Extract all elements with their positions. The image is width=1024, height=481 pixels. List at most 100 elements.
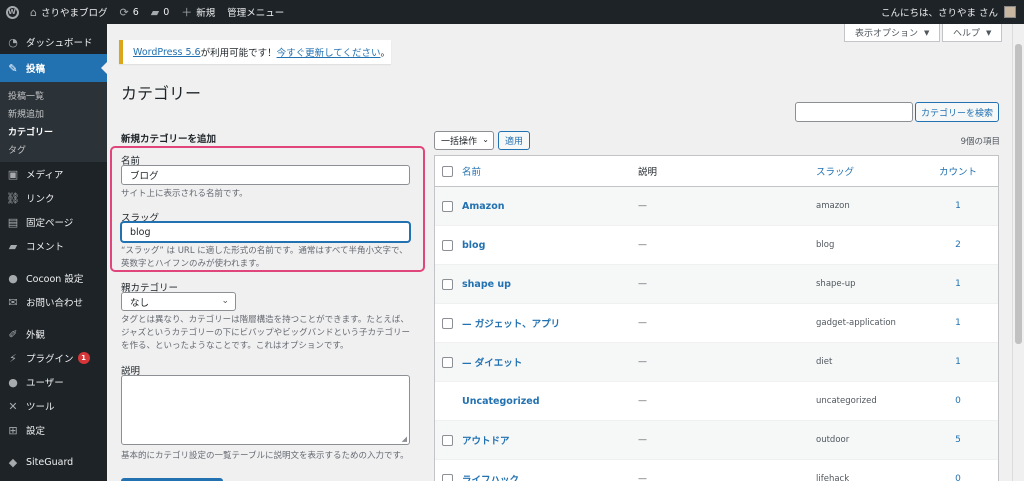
column-count-header[interactable]: カウント (923, 156, 993, 186)
sidebar-item-label: プラグイン (26, 354, 74, 365)
category-count-link[interactable]: 0 (923, 460, 993, 481)
update-count-badge: 1 (77, 352, 90, 364)
category-description: — (638, 201, 647, 211)
category-name-link[interactable]: Uncategorized (462, 396, 540, 407)
category-name-link[interactable]: Amazon (462, 201, 504, 212)
table-row: Amazon — amazon 1 (435, 187, 998, 226)
comments-link[interactable]: ▰ 0 (145, 0, 176, 24)
sidebar-item-4[interactable]: ▤ 固定ページ (0, 210, 107, 234)
updates-link[interactable]: ⟳ 6 (114, 0, 145, 24)
category-count-link[interactable]: 1 (923, 187, 993, 225)
sidebar-item-10[interactable]: ● ユーザー (0, 370, 107, 394)
category-count-link[interactable]: 1 (923, 304, 993, 342)
row-checkbox[interactable] (442, 239, 453, 251)
category-count-link[interactable]: 1 (923, 265, 993, 303)
category-name-link[interactable]: blog (462, 240, 485, 251)
brush-icon: ✐ (8, 327, 18, 341)
category-description: — (638, 357, 647, 367)
sidebar-item-6[interactable]: ● Cocoon 設定 (0, 266, 107, 290)
category-count-link[interactable]: 1 (923, 343, 993, 381)
row-checkbox[interactable] (442, 317, 453, 329)
category-count-link[interactable]: 5 (923, 421, 993, 459)
page-scrollbar[interactable] (1012, 24, 1024, 481)
cocoon-icon: ● (8, 271, 18, 285)
page-title: カテゴリー (121, 84, 202, 103)
sidebar-item-8[interactable]: ✐ 外観 (0, 322, 107, 346)
row-checkbox[interactable] (442, 278, 453, 290)
search-categories-button[interactable]: カテゴリーを検索 (915, 102, 999, 122)
link-icon: ⛓ (6, 191, 20, 205)
add-category-heading: 新規カテゴリーを追加 (121, 134, 217, 145)
category-description: — (638, 396, 647, 406)
table-row: アウトドア — outdoor 5 (435, 421, 998, 460)
comment-icon: ▰ (8, 239, 18, 253)
category-name-link[interactable]: ライフハック (462, 472, 519, 481)
table-header: 名前 説明 スラッグ カウント (435, 156, 998, 187)
sidebar-item-3[interactable]: ⛓ リンク (0, 186, 107, 210)
account-menu[interactable]: こんにちは、さりやま さん (881, 0, 1016, 24)
apply-button[interactable]: 適用 (498, 131, 530, 150)
sidebar-item-9[interactable]: ⚡ プラグイン 1 (0, 346, 107, 370)
sidebar-item-14[interactable]: ✲ConoHa WING (0, 474, 107, 481)
slug-description: “スラッグ” は URL に適した形式の名前です。通常はすべて半角小文字で、英数… (121, 246, 408, 269)
sidebar-item-5[interactable]: ▰ コメント (0, 234, 107, 258)
pin-icon: ✎ (8, 61, 18, 75)
column-name-header[interactable]: 名前 (462, 156, 481, 186)
row-checkbox[interactable] (442, 356, 453, 368)
parent-category-select[interactable]: なし ⌄ (121, 292, 236, 311)
resize-handle-icon[interactable]: ◢ (402, 435, 407, 443)
category-name-link[interactable]: — ガジェット、アプリ (462, 316, 560, 330)
wordpress-version-link[interactable]: WordPress 5.6 (133, 47, 201, 58)
submenu-item-2[interactable]: カテゴリー (0, 122, 107, 140)
scrollbar-thumb[interactable] (1015, 44, 1022, 344)
wordpress-logo-icon[interactable]: W (0, 0, 24, 24)
submenu-item-3[interactable]: タグ (0, 140, 107, 158)
description-help: 基本的にカテゴリ設定の一覧テーブルに説明文を表示するための入力です。 (121, 451, 409, 461)
category-slug: diet (816, 357, 833, 367)
category-name-link[interactable]: アウトドア (462, 433, 510, 447)
update-now-link[interactable]: 今すぐ更新してください (277, 45, 381, 59)
submenu-item-0[interactable]: 投稿一覧 (0, 86, 107, 104)
mail-icon: ✉ (8, 295, 18, 309)
sidebar-item-1[interactable]: ✎ 投稿 (0, 54, 107, 82)
sidebar-item-12[interactable]: ⊞ 設定 (0, 418, 107, 442)
sidebar-item-11[interactable]: ✕ ツール (0, 394, 107, 418)
sidebar-item-7[interactable]: ✉ お問い合わせ (0, 290, 107, 314)
site-name-link[interactable]: ⌂ さりやまブログ (24, 0, 114, 24)
name-input[interactable]: ブログ (121, 165, 410, 185)
screen-options-button[interactable]: 表示オプション ▼ (844, 24, 941, 42)
plus-icon: ＋ (181, 6, 193, 19)
settings-icon: ⊞ (8, 423, 18, 437)
description-textarea[interactable]: ◢ (121, 375, 410, 445)
slug-input[interactable]: blog (121, 222, 410, 242)
category-slug: uncategorized (816, 396, 877, 406)
category-slug: lifehack (816, 474, 850, 481)
update-notice: WordPress 5.6 が利用可能です！ 今すぐ更新してください 。 (119, 40, 391, 64)
sidebar-item-label: Cocoon 設定 (26, 274, 84, 285)
plugin-icon: ⚡ (9, 351, 17, 365)
category-count-link[interactable]: 0 (923, 382, 993, 420)
siteguard-icon: ◆ (8, 455, 18, 469)
category-description: — (638, 240, 647, 250)
category-count-link[interactable]: 2 (923, 226, 993, 264)
category-search-input[interactable] (795, 102, 913, 122)
chevron-down-icon: ⌄ (482, 135, 489, 144)
help-button[interactable]: ヘルプ ▼ (942, 24, 1003, 42)
sidebar-item-label: コメント (26, 242, 65, 253)
sidebar-item-2[interactable]: ▣ メディア (0, 162, 107, 186)
submenu-item-1[interactable]: 新規追加 (0, 104, 107, 122)
sidebar-item-13[interactable]: ◆ SiteGuard (0, 450, 107, 474)
home-icon: ⌂ (30, 5, 37, 19)
admin-menu-link[interactable]: 管理メニュー (221, 0, 290, 24)
row-checkbox[interactable] (442, 434, 453, 446)
row-checkbox[interactable] (442, 200, 453, 212)
new-content-link[interactable]: ＋新規 (175, 0, 221, 24)
row-checkbox[interactable] (442, 473, 453, 481)
sidebar-item-0[interactable]: ◔ ダッシュボード (0, 30, 107, 54)
column-slug-header[interactable]: スラッグ (816, 156, 854, 186)
category-name-link[interactable]: shape up (462, 279, 511, 290)
category-description: — (638, 435, 647, 445)
bulk-action-select[interactable]: 一括操作 ⌄ (434, 131, 494, 150)
select-all-checkbox[interactable] (442, 165, 453, 177)
category-name-link[interactable]: — ダイエット (462, 355, 522, 369)
